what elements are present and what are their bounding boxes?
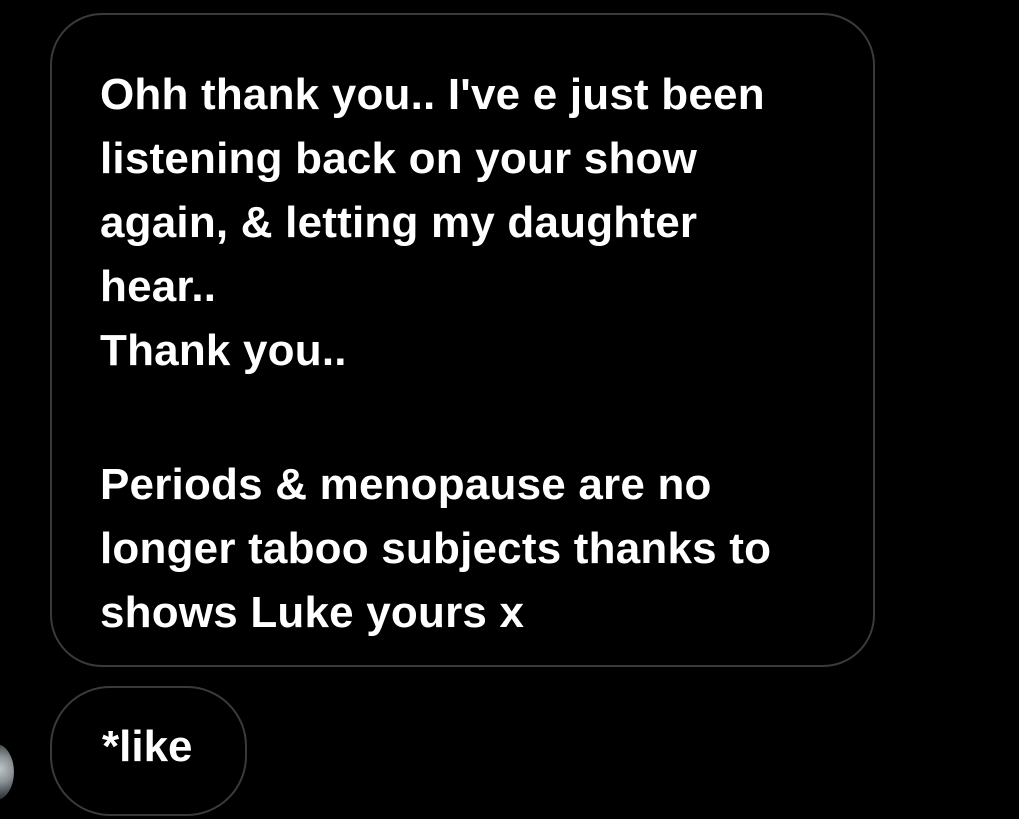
message-text: *like [102,722,193,771]
message-bubble[interactable]: Ohh thank you.. I've e just been listeni… [50,13,875,667]
message-paragraph-1: Ohh thank you.. I've e just been listeni… [100,70,765,375]
message-paragraph-2: Periods & menopause are no longer taboo … [100,460,772,637]
avatar-icon[interactable] [0,744,14,800]
message-bubble-correction[interactable]: *like [50,686,247,816]
